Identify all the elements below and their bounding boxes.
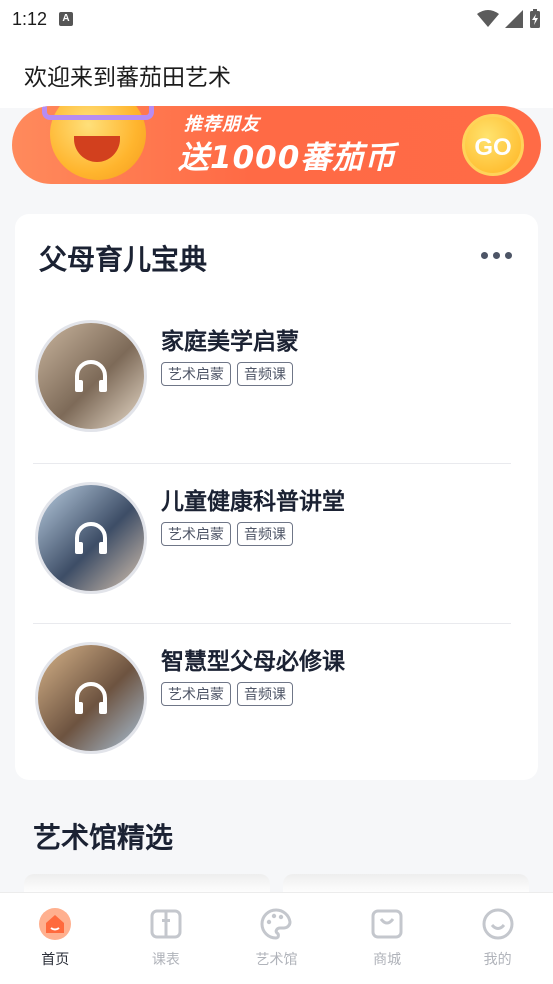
tab-label: 课表 <box>151 952 180 968</box>
course-item[interactable]: 智慧型父母必修课 艺术启蒙 音频课 <box>33 624 513 784</box>
glasses-icon <box>42 106 154 120</box>
tab-label: 首页 <box>41 952 70 968</box>
status-icons <box>477 9 541 29</box>
go-button[interactable]: GO <box>462 114 524 176</box>
shop-bag-icon <box>371 909 403 939</box>
course-cover <box>35 320 147 432</box>
battery-icon <box>530 9 540 28</box>
tab-gallery[interactable]: 艺术馆 <box>221 893 332 984</box>
course-title: 智慧型父母必修课 <box>161 649 345 675</box>
status-time: 1:12 <box>12 8 48 29</box>
course-title: 家庭美学启蒙 <box>161 329 299 355</box>
tag-art: 艺术启蒙 <box>161 362 231 386</box>
headphone-icon <box>75 522 107 554</box>
banner-headline: 送1000蕃茄币 <box>178 140 397 176</box>
art-gallery-title: 艺术馆精选 <box>33 821 174 854</box>
course-tags: 艺术启蒙 音频课 <box>161 522 293 546</box>
gallery-thumb[interactable] <box>283 874 529 894</box>
tab-label: 艺术馆 <box>255 952 298 968</box>
wifi-icon <box>477 10 499 27</box>
course-item[interactable]: 儿童健康科普讲堂 艺术启蒙 音频课 <box>33 464 513 624</box>
gallery-thumb[interactable] <box>24 874 270 894</box>
course-tags: 艺术启蒙 音频课 <box>161 682 293 706</box>
tag-audio: 音频课 <box>237 682 293 706</box>
tag-audio: 音频课 <box>237 362 293 386</box>
a-notification-icon: A <box>59 12 74 26</box>
status-bar: 1:12 A <box>0 0 553 38</box>
headphone-icon <box>75 360 107 392</box>
tag-audio: 音频课 <box>237 522 293 546</box>
tab-label: 商城 <box>373 952 402 968</box>
course-tags: 艺术启蒙 音频课 <box>161 362 293 386</box>
header: 欢迎来到蕃茄田艺术 <box>0 38 553 108</box>
tab-label: 我的 <box>483 952 512 968</box>
home-icon <box>39 908 72 940</box>
tab-profile[interactable]: 我的 <box>442 893 553 984</box>
course-cover <box>35 482 147 594</box>
more-icon[interactable] <box>481 252 512 259</box>
welcome-title: 欢迎来到蕃茄田艺术 <box>24 65 231 91</box>
tab-schedule[interactable]: 课表 <box>111 893 222 984</box>
smile-profile-icon <box>482 908 514 940</box>
tag-art: 艺术启蒙 <box>161 682 231 706</box>
bottom-tabbar: 首页 课表 艺术馆 商城 我的 <box>0 892 553 984</box>
card-title: 父母育儿宝典 <box>39 243 208 276</box>
parenting-card: 父母育儿宝典 家庭美学启蒙 艺术启蒙 音频课 儿童健康科普讲堂 艺术启蒙 音频课 <box>15 214 538 780</box>
tab-home[interactable]: 首页 <box>0 893 111 984</box>
schedule-icon <box>150 909 182 939</box>
referral-banner[interactable]: 推荐朋友 送1000蕃茄币 GO <box>12 106 541 184</box>
course-title: 儿童健康科普讲堂 <box>161 489 345 515</box>
signal-icon <box>505 10 523 28</box>
course-cover <box>35 642 147 754</box>
tag-art: 艺术启蒙 <box>161 522 231 546</box>
course-item[interactable]: 家庭美学启蒙 艺术启蒙 音频课 <box>33 304 513 464</box>
headphone-icon <box>75 682 107 714</box>
palette-icon <box>261 908 292 940</box>
tab-shop[interactable]: 商城 <box>332 893 443 984</box>
